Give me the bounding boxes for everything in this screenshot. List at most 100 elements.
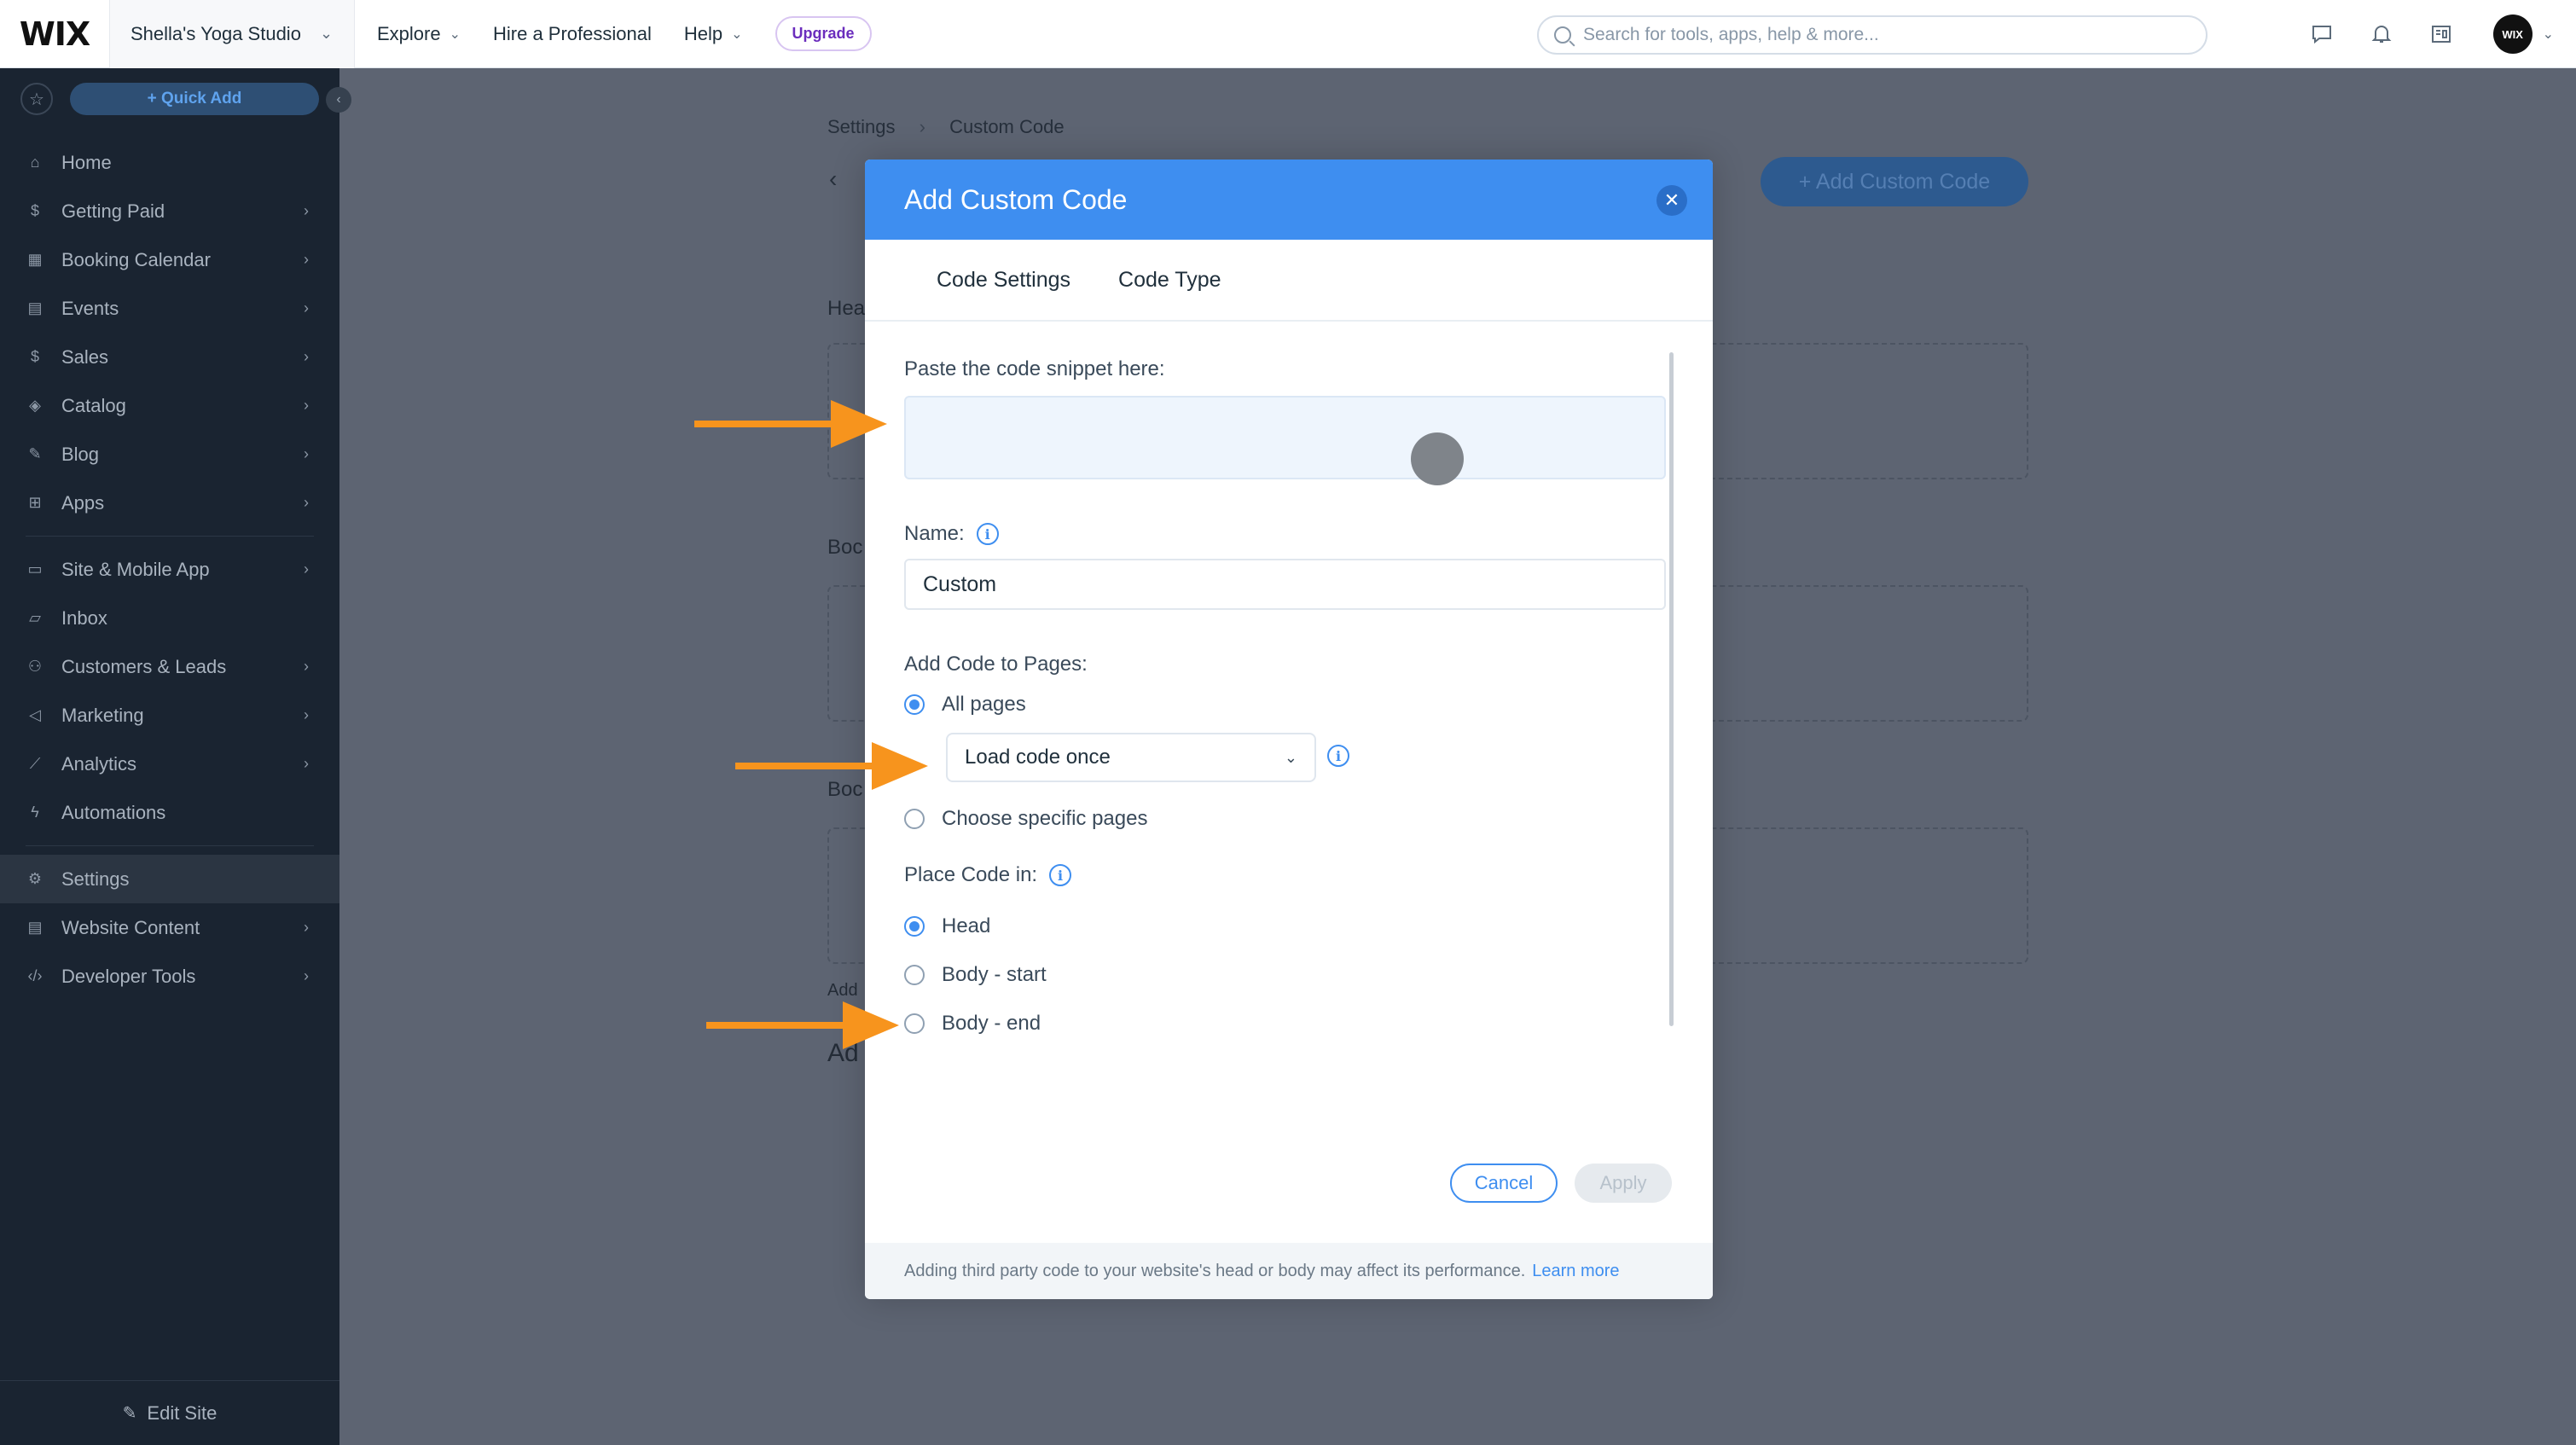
sidebar-item-blog[interactable]: ✎ Blog ›	[0, 430, 339, 479]
sidebar-item-sales[interactable]: $ Sales ›	[0, 333, 339, 381]
radio-all-pages[interactable]: All pages	[904, 693, 1026, 717]
place-code-label-row: Place Code in: i	[904, 863, 1072, 887]
place-code-label: Place Code in:	[904, 863, 1038, 886]
dialog-scrollbar[interactable]	[1669, 352, 1674, 1026]
site-switcher[interactable]: Shella's Yoga Studio ⌄	[109, 0, 355, 68]
load-code-select[interactable]: Load code once ⌄	[946, 733, 1316, 782]
sidebar-item-developer-tools[interactable]: ‹/› Developer Tools ›	[0, 952, 339, 1001]
star-icon[interactable]: ☆	[20, 83, 53, 115]
home-icon: ⌂	[30, 154, 40, 171]
edit-site-button[interactable]: ✎ Edit Site	[0, 1380, 339, 1445]
nav-help[interactable]: Help ⌄	[684, 23, 743, 45]
sidebar: ☆ + Quick Add ‹ ⌂ Home $ Getting Paid › ▦ Bo…	[0, 68, 351, 1445]
tab-code-settings[interactable]: Code Settings	[937, 268, 1070, 293]
nav-explore[interactable]: Explore ⌄	[377, 23, 461, 45]
tab-code-type[interactable]: Code Type	[1118, 268, 1221, 293]
radio-button[interactable]	[904, 809, 925, 829]
all-pages-label: All pages	[942, 693, 1026, 716]
add-custom-code-button[interactable]: + Add Custom Code	[1761, 157, 2028, 206]
sidebar-item-label: Website Content	[61, 916, 200, 938]
sidebar-item-label: Inbox	[61, 606, 107, 629]
annotation-arrow-icon	[694, 400, 887, 448]
dashboard-icon[interactable]	[2411, 0, 2471, 68]
breadcrumb: Settings › Custom Code	[827, 116, 1065, 138]
sidebar-item-catalog[interactable]: ◈ Catalog ›	[0, 381, 339, 430]
site-icon: ▭	[27, 560, 43, 577]
inbox-icon: ▱	[29, 609, 41, 626]
automations-icon: ϟ	[31, 804, 39, 821]
info-icon[interactable]: i	[976, 523, 999, 545]
breadcrumb-custom-code: Custom Code	[949, 116, 1065, 137]
code-snippet-input[interactable]	[904, 396, 1666, 485]
footer-note: Adding third party code to your website'…	[904, 1261, 1526, 1280]
sidebar-item-analytics[interactable]: ⟋ Analytics ›	[0, 740, 339, 788]
analytics-icon: ⟋	[29, 755, 41, 772]
info-icon[interactable]: i	[1327, 745, 1349, 767]
sidebar-item-home[interactable]: ⌂ Home	[0, 138, 339, 187]
sidebar-item-site-mobile-app[interactable]: ▭ Site & Mobile App ›	[0, 545, 339, 594]
dialog-title: Add Custom Code	[904, 183, 1128, 215]
radio-button-checked[interactable]	[904, 694, 925, 715]
info-icon[interactable]: i	[1049, 864, 1072, 886]
sidebar-item-label: Booking Calendar	[61, 248, 211, 270]
sidebar-item-automations[interactable]: ϟ Automations	[0, 788, 339, 837]
quick-add-button[interactable]: + Quick Add	[70, 83, 319, 115]
add-custom-code-dialog: Add Custom Code ✕ Code Settings Code Typ…	[865, 160, 1713, 1299]
cancel-button[interactable]: Cancel	[1450, 1164, 1558, 1203]
chevron-right-icon: ›	[304, 560, 309, 577]
sidebar-item-getting-paid[interactable]: $ Getting Paid ›	[0, 187, 339, 235]
sidebar-item-booking-calendar[interactable]: ▦ Booking Calendar ›	[0, 235, 339, 284]
sidebar-item-customers-leads[interactable]: ⚇ Customers & Leads ›	[0, 642, 339, 691]
radio-head[interactable]: Head	[904, 914, 990, 938]
catalog-icon: ◈	[29, 397, 41, 414]
sidebar-item-label: Settings	[61, 868, 130, 890]
nav-help-label: Help	[683, 22, 723, 44]
dollar-doc-icon: $	[30, 202, 39, 219]
breadcrumb-settings[interactable]: Settings	[827, 116, 896, 137]
chevron-right-icon: ›	[304, 202, 309, 219]
avatar[interactable]: WIX	[2492, 15, 2532, 54]
sidebar-item-website-content[interactable]: ▤ Website Content ›	[0, 903, 339, 952]
chevron-down-icon[interactable]: ⌄	[2543, 26, 2554, 43]
upgrade-button[interactable]: Upgrade	[775, 16, 872, 51]
dialog-header: Add Custom Code ✕	[865, 160, 1713, 240]
sidebar-top: ☆ + Quick Add ‹	[0, 68, 351, 130]
wix-logo[interactable]: WIX	[0, 0, 109, 68]
learn-more-link[interactable]: Learn more	[1532, 1262, 1619, 1281]
events-icon: ▤	[27, 299, 43, 316]
chat-icon[interactable]	[2292, 0, 2352, 68]
dialog-footer: Adding third party code to your website'…	[865, 1243, 1713, 1299]
radio-body-start[interactable]: Body - start	[904, 963, 1047, 987]
nav-hire-professional[interactable]: Hire a Professional	[493, 23, 652, 45]
sidebar-item-events[interactable]: ▤ Events ›	[0, 284, 339, 333]
edit-site-label: Edit Site	[147, 1401, 218, 1424]
close-icon[interactable]: ✕	[1656, 185, 1687, 216]
nav-hire-label: Hire a Professional	[493, 22, 652, 44]
sidebar-item-label: Analytics	[61, 752, 137, 775]
bell-icon[interactable]	[2352, 0, 2411, 68]
search-input[interactable]: Search for tools, apps, help & more...	[1537, 15, 2208, 55]
section-label-head: Hea	[827, 297, 866, 320]
back-arrow-icon[interactable]: ‹	[829, 165, 837, 193]
marketing-icon: ◁	[29, 706, 41, 723]
sidebar-divider	[26, 845, 314, 846]
calendar-icon: ▦	[27, 251, 43, 268]
sidebar-item-settings[interactable]: ⚙ Settings	[0, 855, 339, 903]
chevron-right-icon: ›	[304, 251, 309, 268]
top-nav: Explore ⌄ Hire a Professional Help ⌄ Upg…	[377, 16, 872, 51]
radio-button-checked[interactable]	[904, 916, 925, 937]
sidebar-item-inbox[interactable]: ▱ Inbox	[0, 594, 339, 642]
chevron-right-icon: ›	[304, 967, 309, 984]
radio-button[interactable]	[904, 1013, 925, 1034]
name-field[interactable]: Custom	[904, 559, 1666, 610]
radio-body-end[interactable]: Body - end	[904, 1012, 1041, 1036]
body-start-label: Body - start	[942, 963, 1047, 986]
search-placeholder: Search for tools, apps, help & more...	[1583, 25, 1879, 44]
code-icon: ‹/›	[27, 967, 43, 984]
radio-button[interactable]	[904, 965, 925, 985]
sidebar-item-apps[interactable]: ⊞ Apps ›	[0, 479, 339, 527]
radio-specific-pages[interactable]: Choose specific pages	[904, 807, 1147, 831]
sidebar-item-marketing[interactable]: ◁ Marketing ›	[0, 691, 339, 740]
content-icon: ▤	[27, 919, 43, 936]
apply-button[interactable]: Apply	[1575, 1164, 1672, 1203]
